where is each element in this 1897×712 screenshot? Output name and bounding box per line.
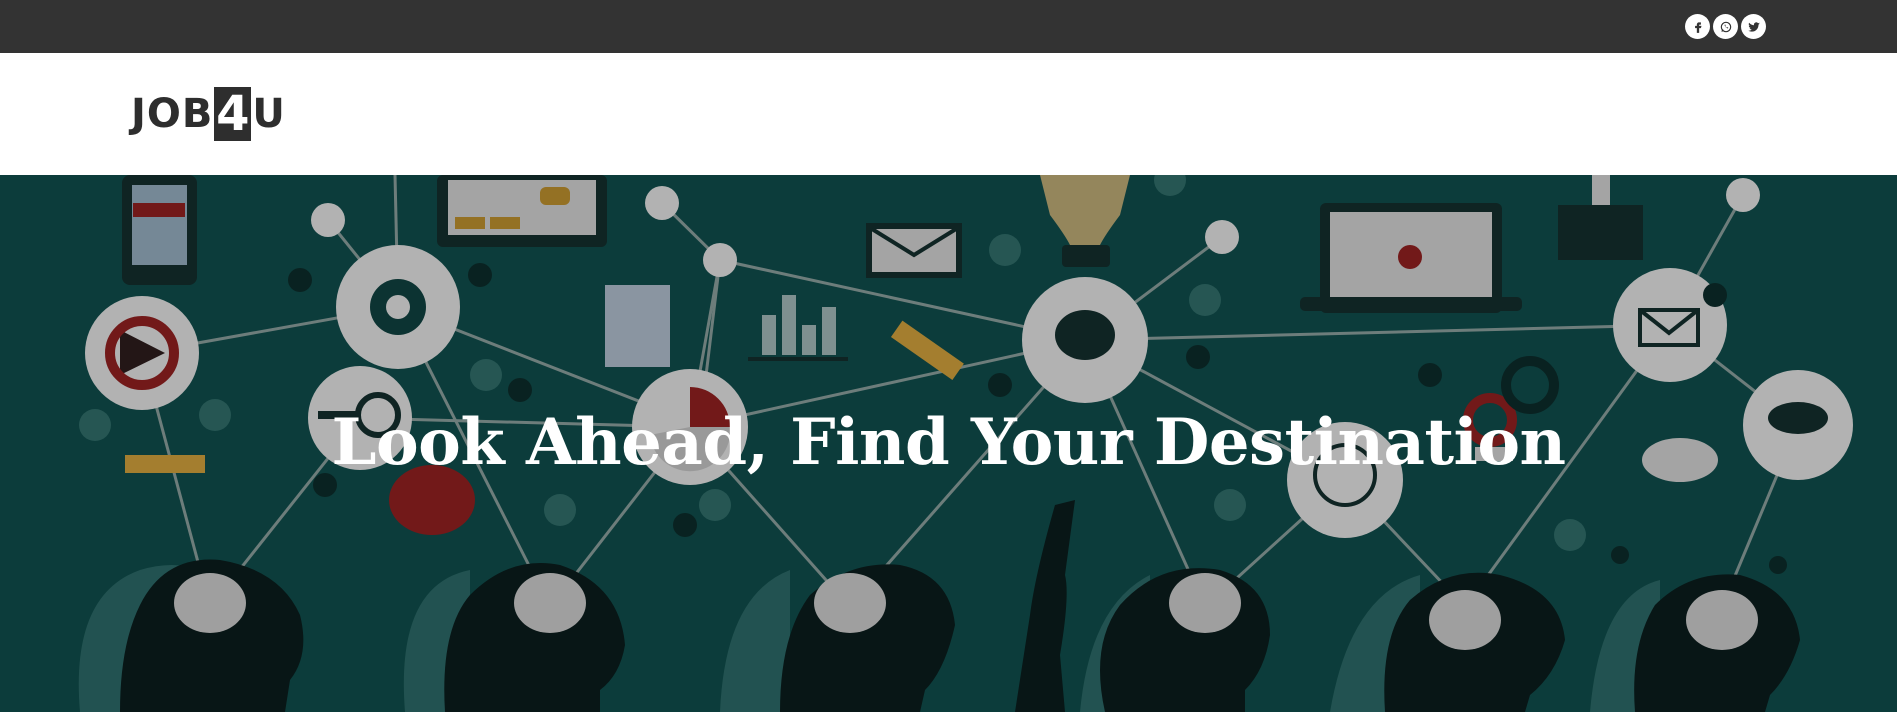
- site-logo[interactable]: JOB 4 U: [131, 86, 286, 142]
- social-links: [1685, 14, 1766, 39]
- twitter-icon: [1747, 21, 1760, 32]
- facebook-icon: [1694, 21, 1701, 33]
- whatsapp-icon: [1720, 21, 1731, 32]
- whatsapp-button[interactable]: [1713, 14, 1738, 39]
- facebook-button[interactable]: [1685, 14, 1710, 39]
- logo-text-left: JOB: [131, 91, 214, 137]
- logo-text-right: U: [252, 91, 286, 137]
- logo-text-mid: 4: [214, 86, 252, 142]
- hero-title: Look Ahead, Find Your Destination: [331, 405, 1566, 480]
- top-bar: [0, 0, 1897, 53]
- navbar: JOB 4 U: [0, 53, 1897, 175]
- hero-banner: Look Ahead, Find Your Destination: [0, 175, 1897, 712]
- twitter-button[interactable]: [1741, 14, 1766, 39]
